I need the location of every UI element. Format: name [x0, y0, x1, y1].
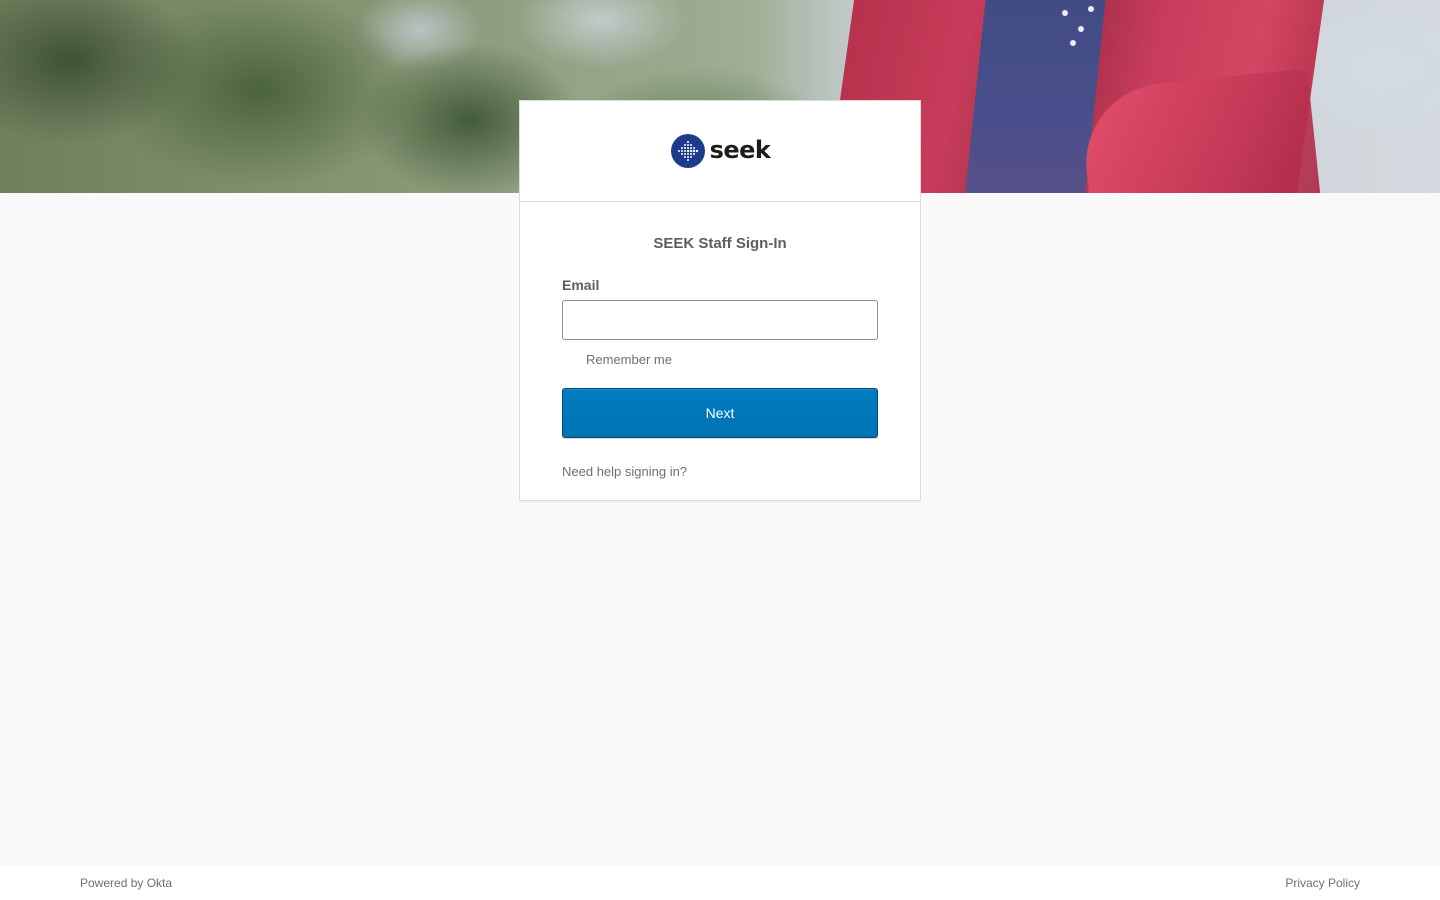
page-title: SEEK Staff Sign-In: [653, 235, 787, 252]
next-button[interactable]: Next: [562, 388, 878, 438]
powered-by-okta-link[interactable]: Powered by Okta: [80, 876, 172, 890]
flag-star: [1070, 40, 1076, 46]
help-signing-in-link[interactable]: Need help signing in?: [562, 464, 687, 479]
seek-logo: seek: [670, 133, 771, 169]
seek-logo-text: seek: [709, 135, 771, 164]
email-field[interactable]: [562, 300, 878, 340]
flag-star: [1078, 26, 1084, 32]
flag-star: [1062, 10, 1068, 16]
remember-me-label[interactable]: Remember me: [586, 352, 672, 367]
remember-me-row[interactable]: Remember me: [562, 351, 878, 368]
remember-me-checkbox[interactable]: [562, 351, 578, 368]
privacy-policy-link[interactable]: Privacy Policy: [1285, 876, 1360, 890]
email-label: Email: [562, 277, 600, 293]
flag-star: [1088, 6, 1094, 12]
signin-card: seek SEEK Staff Sign-In Email Remember m…: [519, 100, 921, 501]
card-header: seek: [520, 101, 920, 202]
footer: Powered by Okta Privacy Policy: [0, 866, 1440, 900]
signin-form: SEEK Staff Sign-In Email Remember me Nex…: [520, 202, 920, 481]
seek-logo-icon: [670, 134, 705, 168]
